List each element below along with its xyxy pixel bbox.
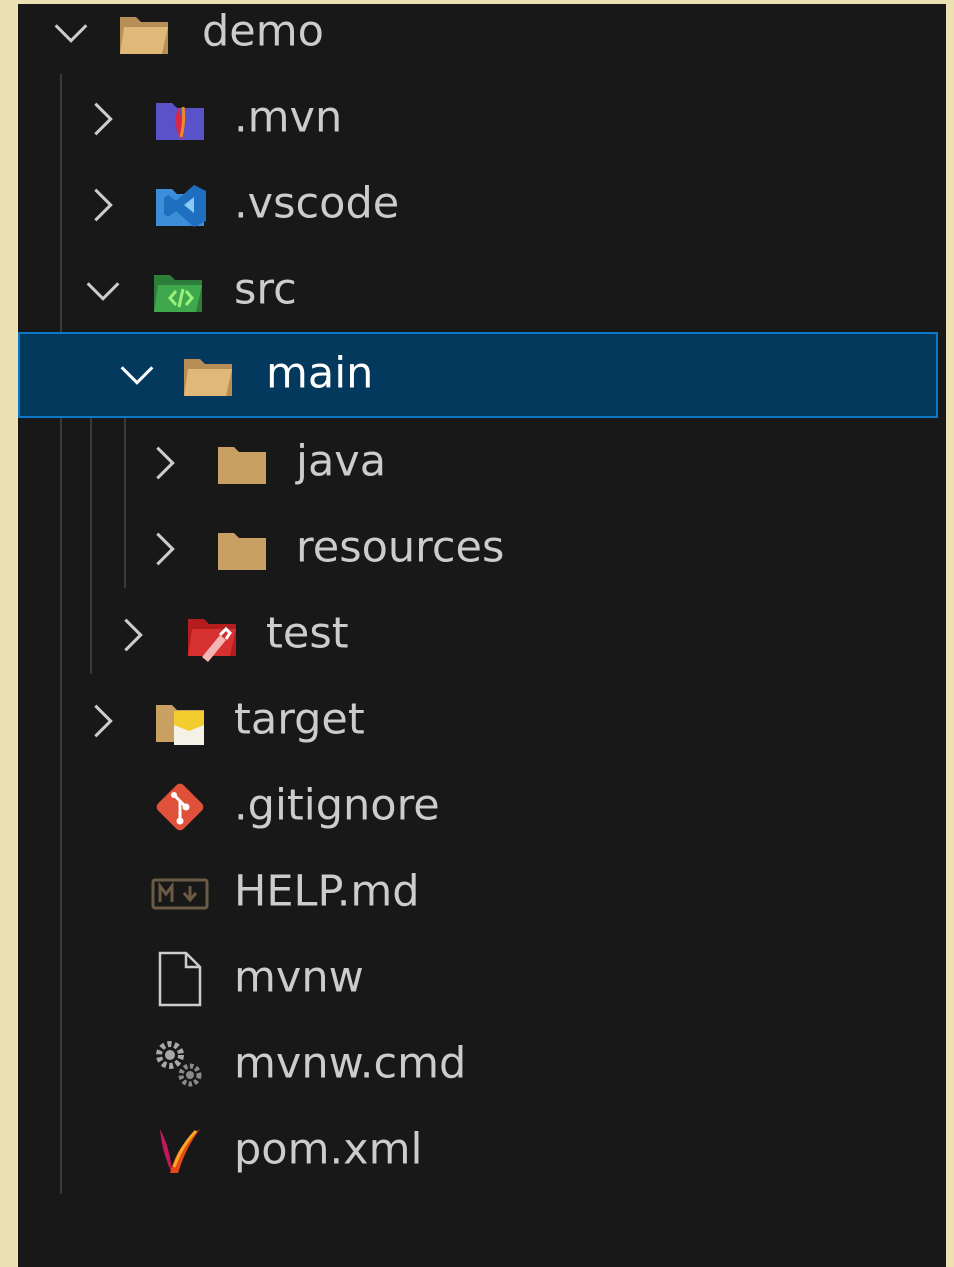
tree-item-pom-xml[interactable]: pom.xml [18,1108,938,1194]
chevron-right-icon[interactable] [110,612,156,658]
target-folder-icon [150,691,210,751]
tree-item-label: src [234,264,297,315]
folder-icon [212,433,272,493]
chevron-right-icon[interactable] [80,182,126,228]
tree-item-label: mvnw [234,952,364,1003]
tree-item-resources[interactable]: resources [18,506,938,592]
vscode-folder-icon [150,175,210,235]
chevron-down-icon[interactable] [80,268,126,314]
chevron-down-icon[interactable] [114,352,160,398]
tree-item-label: HELP.md [234,866,420,917]
tree-item-java[interactable]: java [18,420,938,506]
maven-folder-icon [150,89,210,149]
git-icon [150,777,210,837]
chevron-right-icon[interactable] [142,440,188,486]
tree-item-mvnw[interactable]: mvnw [18,936,938,1022]
tree-item-src[interactable]: src [18,248,938,334]
chevron-right-icon[interactable] [80,96,126,142]
src-folder-icon [148,261,208,321]
folder-open-icon [178,345,238,405]
tree-item-label: .vscode [234,178,400,229]
tree-item-label: java [296,436,387,487]
tree-item-label: target [234,694,365,745]
tree-item-demo[interactable]: demo [18,4,938,76]
file-explorer-panel: demo .mvn .vscode src main java resource… [18,4,946,1267]
tree-item-label: .gitignore [234,780,440,831]
folder-open-icon [114,4,174,63]
file-icon [150,949,210,1009]
gears-icon [150,1035,210,1095]
tree-item-help-md[interactable]: HELP.md [18,850,938,936]
tree-item-vscode[interactable]: .vscode [18,162,938,248]
test-folder-icon [182,605,242,665]
chevron-down-icon[interactable] [48,10,94,56]
tree-item-mvnw-cmd[interactable]: mvnw.cmd [18,1022,938,1108]
tree-item-target[interactable]: target [18,678,938,764]
tree-item-main[interactable]: main [18,332,938,418]
tree-item-label: main [266,348,374,399]
folder-icon [212,519,272,579]
tree-item-label: .mvn [234,92,343,143]
tree-item-mvn[interactable]: .mvn [18,76,938,162]
tree-item-gitignore[interactable]: .gitignore [18,764,938,850]
tree-item-label: pom.xml [234,1124,423,1175]
tree-item-label: resources [296,522,505,573]
maven-feather-icon [150,1121,210,1181]
markdown-icon [150,863,210,923]
chevron-right-icon[interactable] [80,698,126,744]
tree-item-label: mvnw.cmd [234,1038,467,1089]
tree-item-label: test [266,608,349,659]
tree-item-label: demo [202,6,324,57]
tree-item-test[interactable]: test [18,592,938,678]
chevron-right-icon[interactable] [142,526,188,572]
